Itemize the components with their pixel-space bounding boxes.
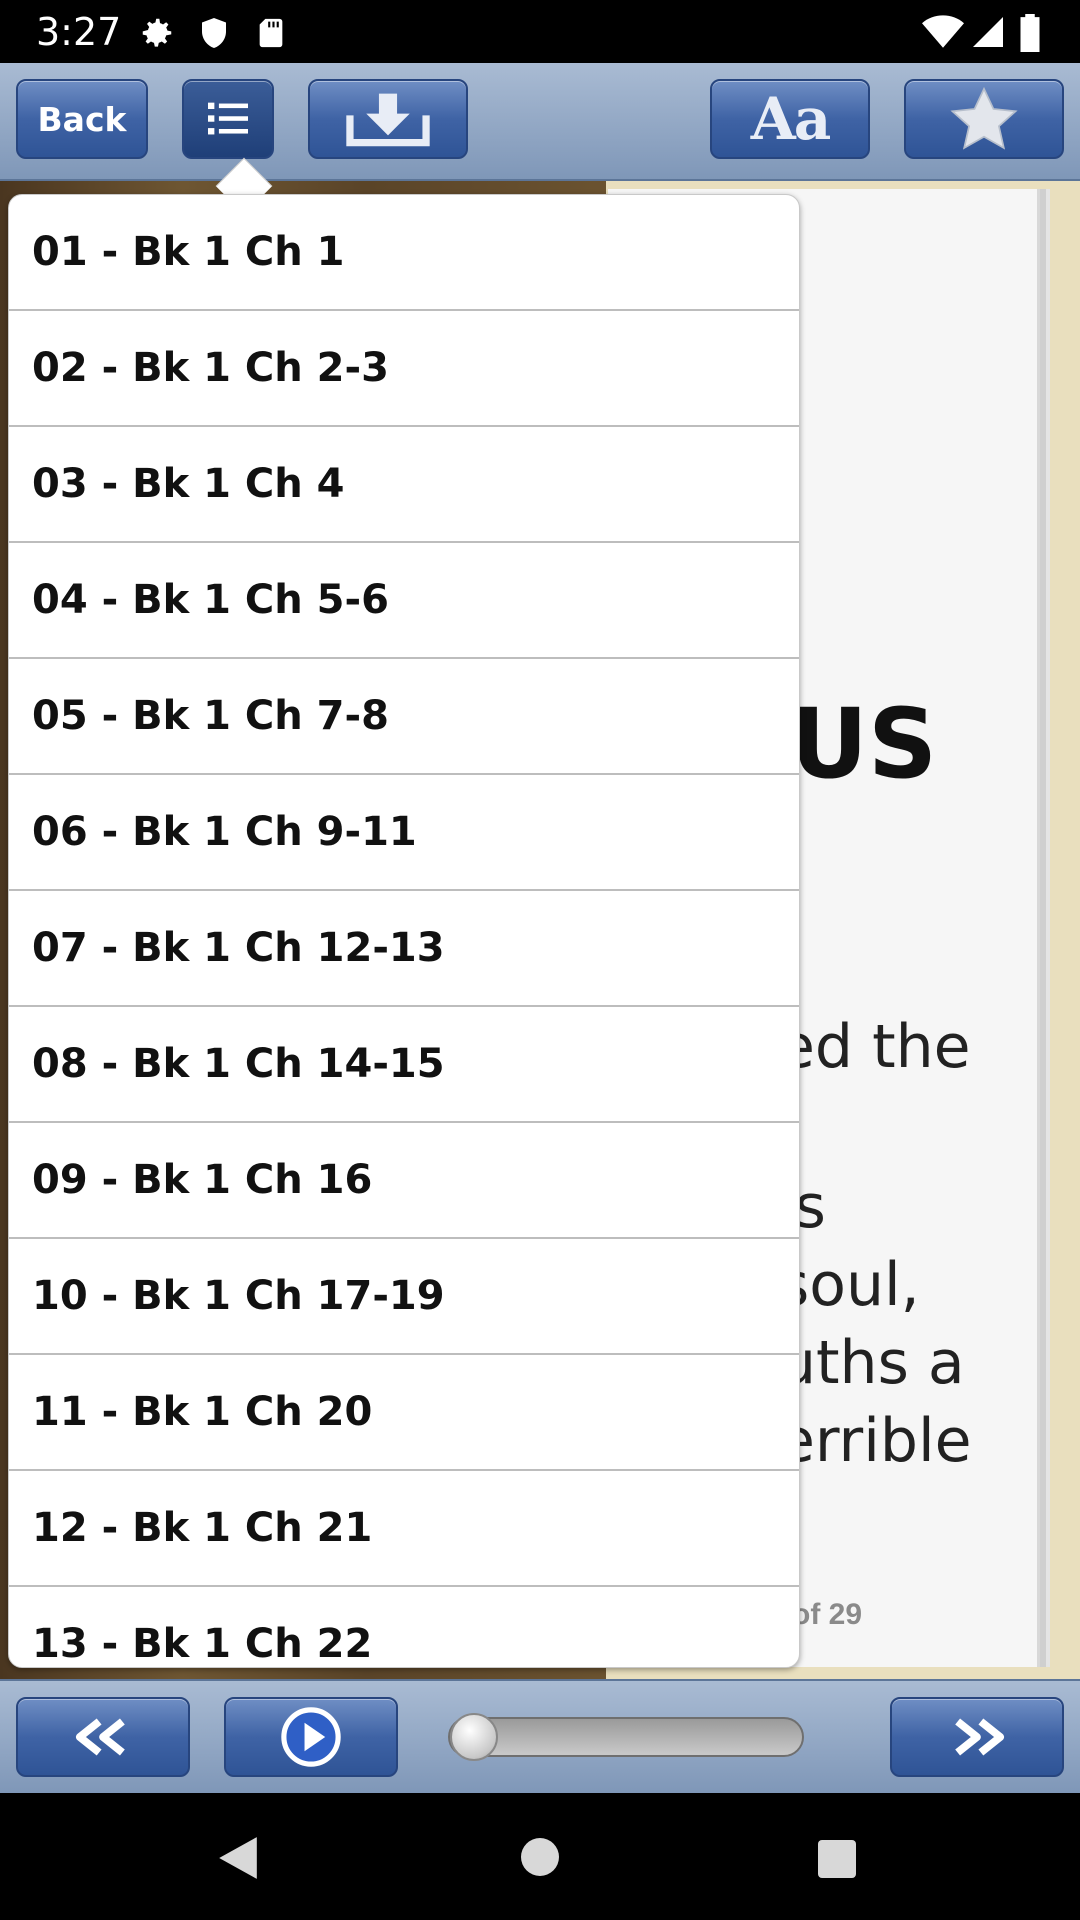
chapter-item[interactable]: 11 - Bk 1 Ch 20 — [9, 1355, 799, 1471]
chapter-item[interactable]: 05 - Bk 1 Ch 7-8 — [9, 659, 799, 775]
chapter-item[interactable]: 12 - Bk 1 Ch 21 — [9, 1471, 799, 1587]
play-button[interactable] — [224, 1697, 398, 1777]
back-button[interactable]: Back — [16, 79, 148, 159]
next-button[interactable] — [890, 1697, 1064, 1777]
progress-track[interactable] — [448, 1717, 804, 1757]
font-size-button[interactable]: Aa — [710, 79, 870, 159]
chapter-item[interactable]: 01 - Bk 1 Ch 1 — [9, 195, 799, 311]
chapter-dropdown[interactable]: 01 - Bk 1 Ch 1 02 - Bk 1 Ch 2-3 03 - Bk … — [8, 194, 800, 1668]
status-time: 3:27 — [36, 10, 122, 54]
back-triangle-icon[interactable] — [216, 1835, 260, 1881]
system-nav-bar — [0, 1793, 1080, 1920]
rewind-icon — [75, 1718, 125, 1756]
star-icon — [950, 86, 1018, 150]
bookmark-button[interactable] — [904, 79, 1064, 159]
download-button[interactable] — [308, 79, 468, 159]
chapter-item[interactable]: 02 - Bk 1 Ch 2-3 — [9, 311, 799, 427]
chapter-item[interactable]: 06 - Bk 1 Ch 9-11 — [9, 775, 799, 891]
shield-icon — [202, 18, 226, 48]
list-icon — [208, 102, 248, 135]
book-title-fragment: US — [790, 688, 938, 800]
wifi-icon — [922, 15, 964, 48]
chapter-item[interactable]: 13 - Bk 1 Ch 22 — [9, 1587, 799, 1667]
progress-slider-thumb[interactable] — [450, 1713, 498, 1761]
top-toolbar: Back Aa — [0, 63, 1080, 181]
fast-forward-icon — [955, 1718, 1005, 1756]
home-circle-icon[interactable] — [520, 1837, 560, 1877]
status-bar: 3:27 — [0, 0, 1080, 63]
font-size-label: Aa — [750, 85, 832, 153]
audio-player-bar — [0, 1679, 1080, 1793]
recents-square-icon[interactable] — [817, 1839, 857, 1879]
chapter-item[interactable]: 10 - Bk 1 Ch 17-19 — [9, 1239, 799, 1355]
chapter-item[interactable]: 04 - Bk 1 Ch 5-6 — [9, 543, 799, 659]
page-line: ed the — [778, 1012, 971, 1082]
play-icon — [281, 1707, 341, 1767]
battery-icon — [1020, 14, 1040, 52]
chapter-item[interactable]: 03 - Bk 1 Ch 4 — [9, 427, 799, 543]
chapter-item[interactable]: 09 - Bk 1 Ch 16 — [9, 1123, 799, 1239]
page-line: uths a — [778, 1328, 965, 1398]
page-line: errible — [778, 1406, 972, 1476]
chapter-item[interactable]: 07 - Bk 1 Ch 12-13 — [9, 891, 799, 1007]
gear-icon — [142, 18, 172, 47]
download-icon — [346, 93, 430, 147]
sd-card-icon — [259, 18, 283, 48]
chapter-item[interactable]: 08 - Bk 1 Ch 14-15 — [9, 1007, 799, 1123]
chapter-list-button[interactable] — [182, 79, 274, 159]
previous-button[interactable] — [16, 1697, 190, 1777]
signal-icon — [973, 17, 1003, 47]
page-count: of 29 — [792, 1598, 863, 1631]
back-button-label: Back — [37, 99, 127, 139]
